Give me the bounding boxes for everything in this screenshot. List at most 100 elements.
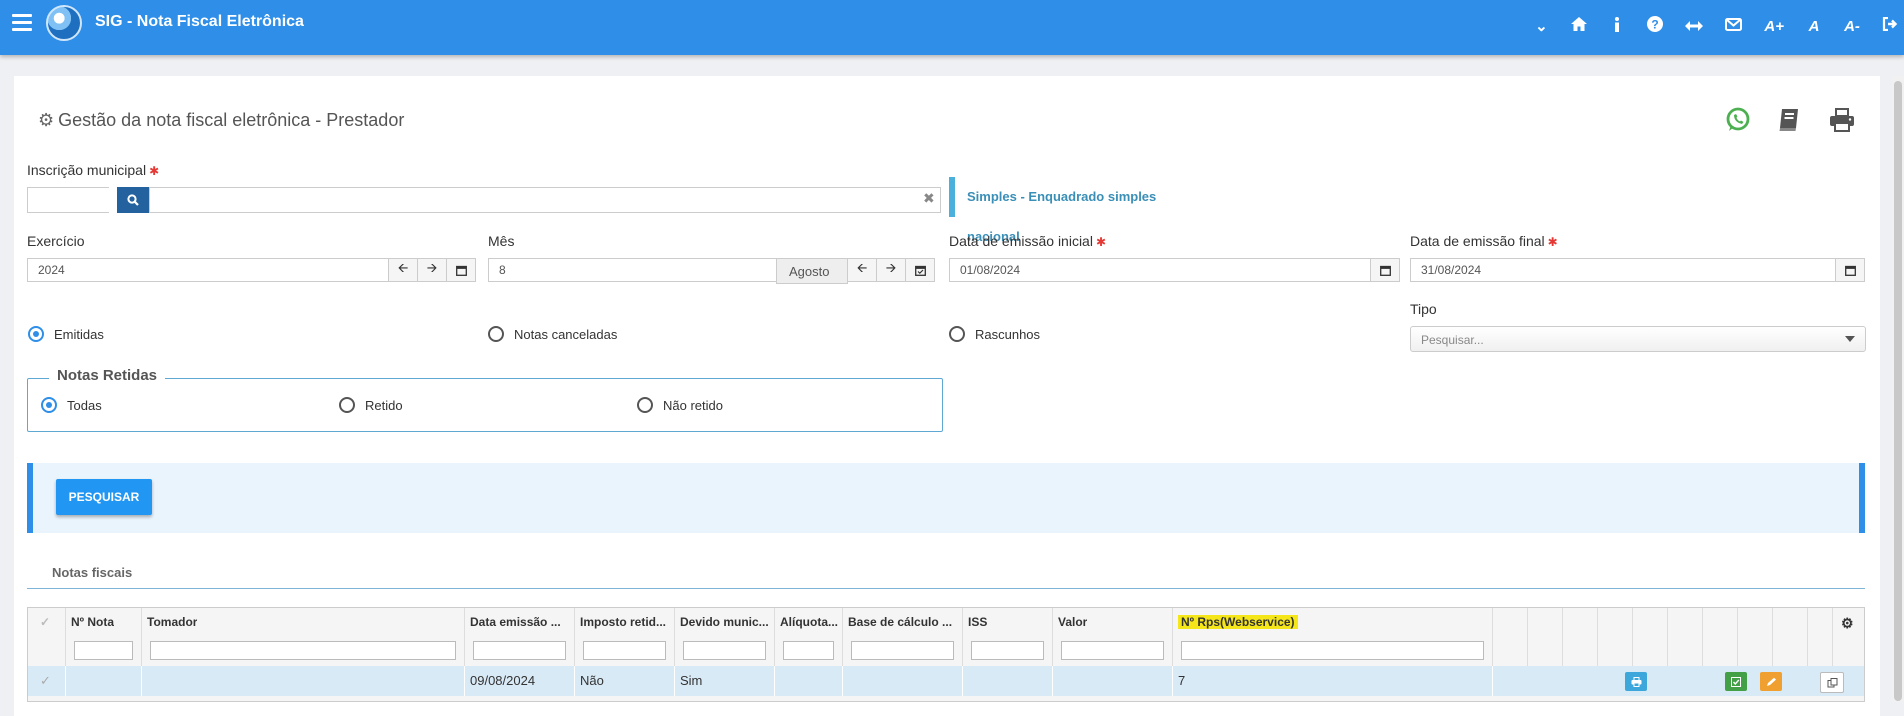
table-row[interactable]: ✓ 09/08/2024 Não Sim 7 xyxy=(28,666,1864,696)
manual-book-icon[interactable] xyxy=(1776,106,1804,134)
col-tomador[interactable]: Tomador xyxy=(142,608,465,666)
cell-imposto-retido: Não xyxy=(575,666,675,696)
filter-valor[interactable] xyxy=(1061,641,1164,660)
row-print-button[interactable] xyxy=(1625,672,1647,691)
cell-numero xyxy=(66,666,142,696)
font-decrease-icon[interactable]: A- xyxy=(1844,18,1860,35)
logout-icon[interactable] xyxy=(1882,16,1898,35)
grid-settings-icon[interactable]: ⚙ xyxy=(1833,608,1864,666)
row-copy-button[interactable] xyxy=(1820,672,1844,693)
notas-fiscais-title: Notas fiscais xyxy=(52,565,133,580)
col-action xyxy=(1598,608,1633,666)
filter-imposto[interactable] xyxy=(583,641,666,660)
app-title: SIG - Nota Fiscal Eletrônica xyxy=(95,13,304,30)
clear-icon[interactable]: ✖ xyxy=(923,190,935,207)
pesquisar-button[interactable]: PESQUISAR xyxy=(56,479,152,515)
data-final-calendar-icon[interactable] xyxy=(1835,258,1865,282)
home-icon[interactable] xyxy=(1571,17,1588,35)
mes-calendar-icon[interactable] xyxy=(905,258,935,282)
radio-todas[interactable]: Todas xyxy=(41,397,102,413)
main-panel: ⚙ Gestão da nota fiscal eletrônica - Pres… xyxy=(14,76,1880,716)
mes-next-button[interactable]: 🡪 xyxy=(876,258,906,282)
scrollbar-thumb[interactable] xyxy=(1894,81,1902,701)
col-devido-municipio[interactable]: Devido munic... xyxy=(675,608,775,666)
col-action xyxy=(1493,608,1528,666)
data-final-input[interactable]: 31/08/2024 xyxy=(1410,258,1836,282)
inscricao-label: Inscrição municipal ✱ xyxy=(27,162,160,178)
envelope-icon[interactable] xyxy=(1725,17,1743,35)
chevron-down-icon[interactable]: ⌄ xyxy=(1533,17,1549,35)
exercicio-next-button[interactable]: 🡪 xyxy=(417,258,447,282)
expand-width-icon[interactable] xyxy=(1685,18,1704,35)
select-all-checkbox[interactable]: ✓ xyxy=(28,608,66,666)
svg-text:?: ? xyxy=(1652,18,1659,32)
data-inicial-input[interactable]: 01/08/2024 xyxy=(949,258,1373,282)
exercicio-label: Exercício xyxy=(27,233,85,249)
top-bar: SIG - Nota Fiscal Eletrônica ⌄ ? A+ A A- xyxy=(0,0,1904,55)
col-action xyxy=(1773,608,1808,666)
data-inicial-calendar-icon[interactable] xyxy=(1370,258,1400,282)
info-icon[interactable] xyxy=(1609,16,1625,36)
cell-tomador xyxy=(142,666,465,696)
radio-emitidas[interactable]: Emitidas xyxy=(28,326,104,342)
col-valor[interactable]: Valor xyxy=(1053,608,1173,666)
data-inicial-label: Data de emissão inicial ✱ xyxy=(949,233,1107,249)
radio-circle xyxy=(949,326,965,342)
radio-retido[interactable]: Retido xyxy=(339,397,403,413)
cell-iss xyxy=(963,666,1053,696)
col-rps[interactable]: Nº Rps(Webservice) xyxy=(1173,608,1493,666)
help-icon[interactable]: ? xyxy=(1647,16,1664,36)
exercicio-calendar-icon[interactable] xyxy=(446,258,476,282)
col-action xyxy=(1528,608,1563,666)
filter-base[interactable] xyxy=(851,641,954,660)
filter-numero[interactable] xyxy=(74,641,133,660)
filter-rps[interactable] xyxy=(1181,641,1484,660)
cell-data: 09/08/2024 xyxy=(465,666,575,696)
data-final-label: Data de emissão final ✱ xyxy=(1410,233,1558,249)
page-scrollbar[interactable] xyxy=(1892,76,1904,702)
exercicio-input[interactable]: 2024 xyxy=(27,258,389,282)
exercicio-prev-button[interactable]: 🡨 xyxy=(388,258,418,282)
mes-prev-button[interactable]: 🡨 xyxy=(847,258,877,282)
font-normal-icon[interactable]: A xyxy=(1806,18,1822,35)
col-imposto-retido[interactable]: Imposto retid... xyxy=(575,608,675,666)
inscricao-search-button[interactable] xyxy=(117,187,149,213)
col-action xyxy=(1738,608,1773,666)
col-numero[interactable]: Nº Nota xyxy=(66,608,142,666)
whatsapp-icon[interactable] xyxy=(1724,106,1752,134)
radio-notas-canceladas[interactable]: Notas canceladas xyxy=(488,326,617,342)
radio-circle xyxy=(339,397,355,413)
filter-iss[interactable] xyxy=(971,641,1044,660)
col-aliquota[interactable]: Alíquota... xyxy=(775,608,843,666)
inscricao-input[interactable] xyxy=(27,187,109,213)
notas-grid: ✓ Nº Nota Tomador Data emissão ... Impos… xyxy=(27,607,1865,702)
caret-down-icon xyxy=(1845,336,1855,342)
top-toolbar: ⌄ ? A+ A A- xyxy=(1511,16,1898,36)
col-base-calculo[interactable]: Base de cálculo ... xyxy=(843,608,963,666)
font-increase-icon[interactable]: A+ xyxy=(1764,18,1784,35)
col-data-emissao[interactable]: Data emissão ... xyxy=(465,608,575,666)
tipo-select[interactable]: Pesquisar... xyxy=(1410,326,1866,352)
filter-data[interactable] xyxy=(473,641,566,660)
section-divider xyxy=(27,588,1865,589)
cell-rps: 7 xyxy=(1173,666,1493,696)
mes-input[interactable]: 8 xyxy=(488,258,778,282)
col-action xyxy=(1808,608,1833,666)
print-icon[interactable] xyxy=(1828,106,1856,134)
col-action xyxy=(1703,608,1738,666)
radio-rascunhos[interactable]: Rascunhos xyxy=(949,326,1040,342)
col-action xyxy=(1668,608,1703,666)
menu-icon[interactable] xyxy=(12,14,32,32)
regime-info: Simples - Enquadrado simples nacional xyxy=(949,177,1189,244)
col-iss[interactable]: ISS xyxy=(963,608,1053,666)
radio-nao-retido[interactable]: Não retido xyxy=(637,397,723,413)
row-checkbox[interactable]: ✓ xyxy=(28,666,66,696)
cell-base-calculo xyxy=(843,666,963,696)
filter-tomador[interactable] xyxy=(150,641,456,660)
cell-devido-municipio: Sim xyxy=(675,666,775,696)
page-actions xyxy=(1700,106,1856,134)
filter-aliquota[interactable] xyxy=(783,641,834,660)
filter-devido[interactable] xyxy=(683,641,766,660)
row-edit-button[interactable] xyxy=(1760,672,1782,691)
row-check-button[interactable] xyxy=(1725,672,1747,691)
